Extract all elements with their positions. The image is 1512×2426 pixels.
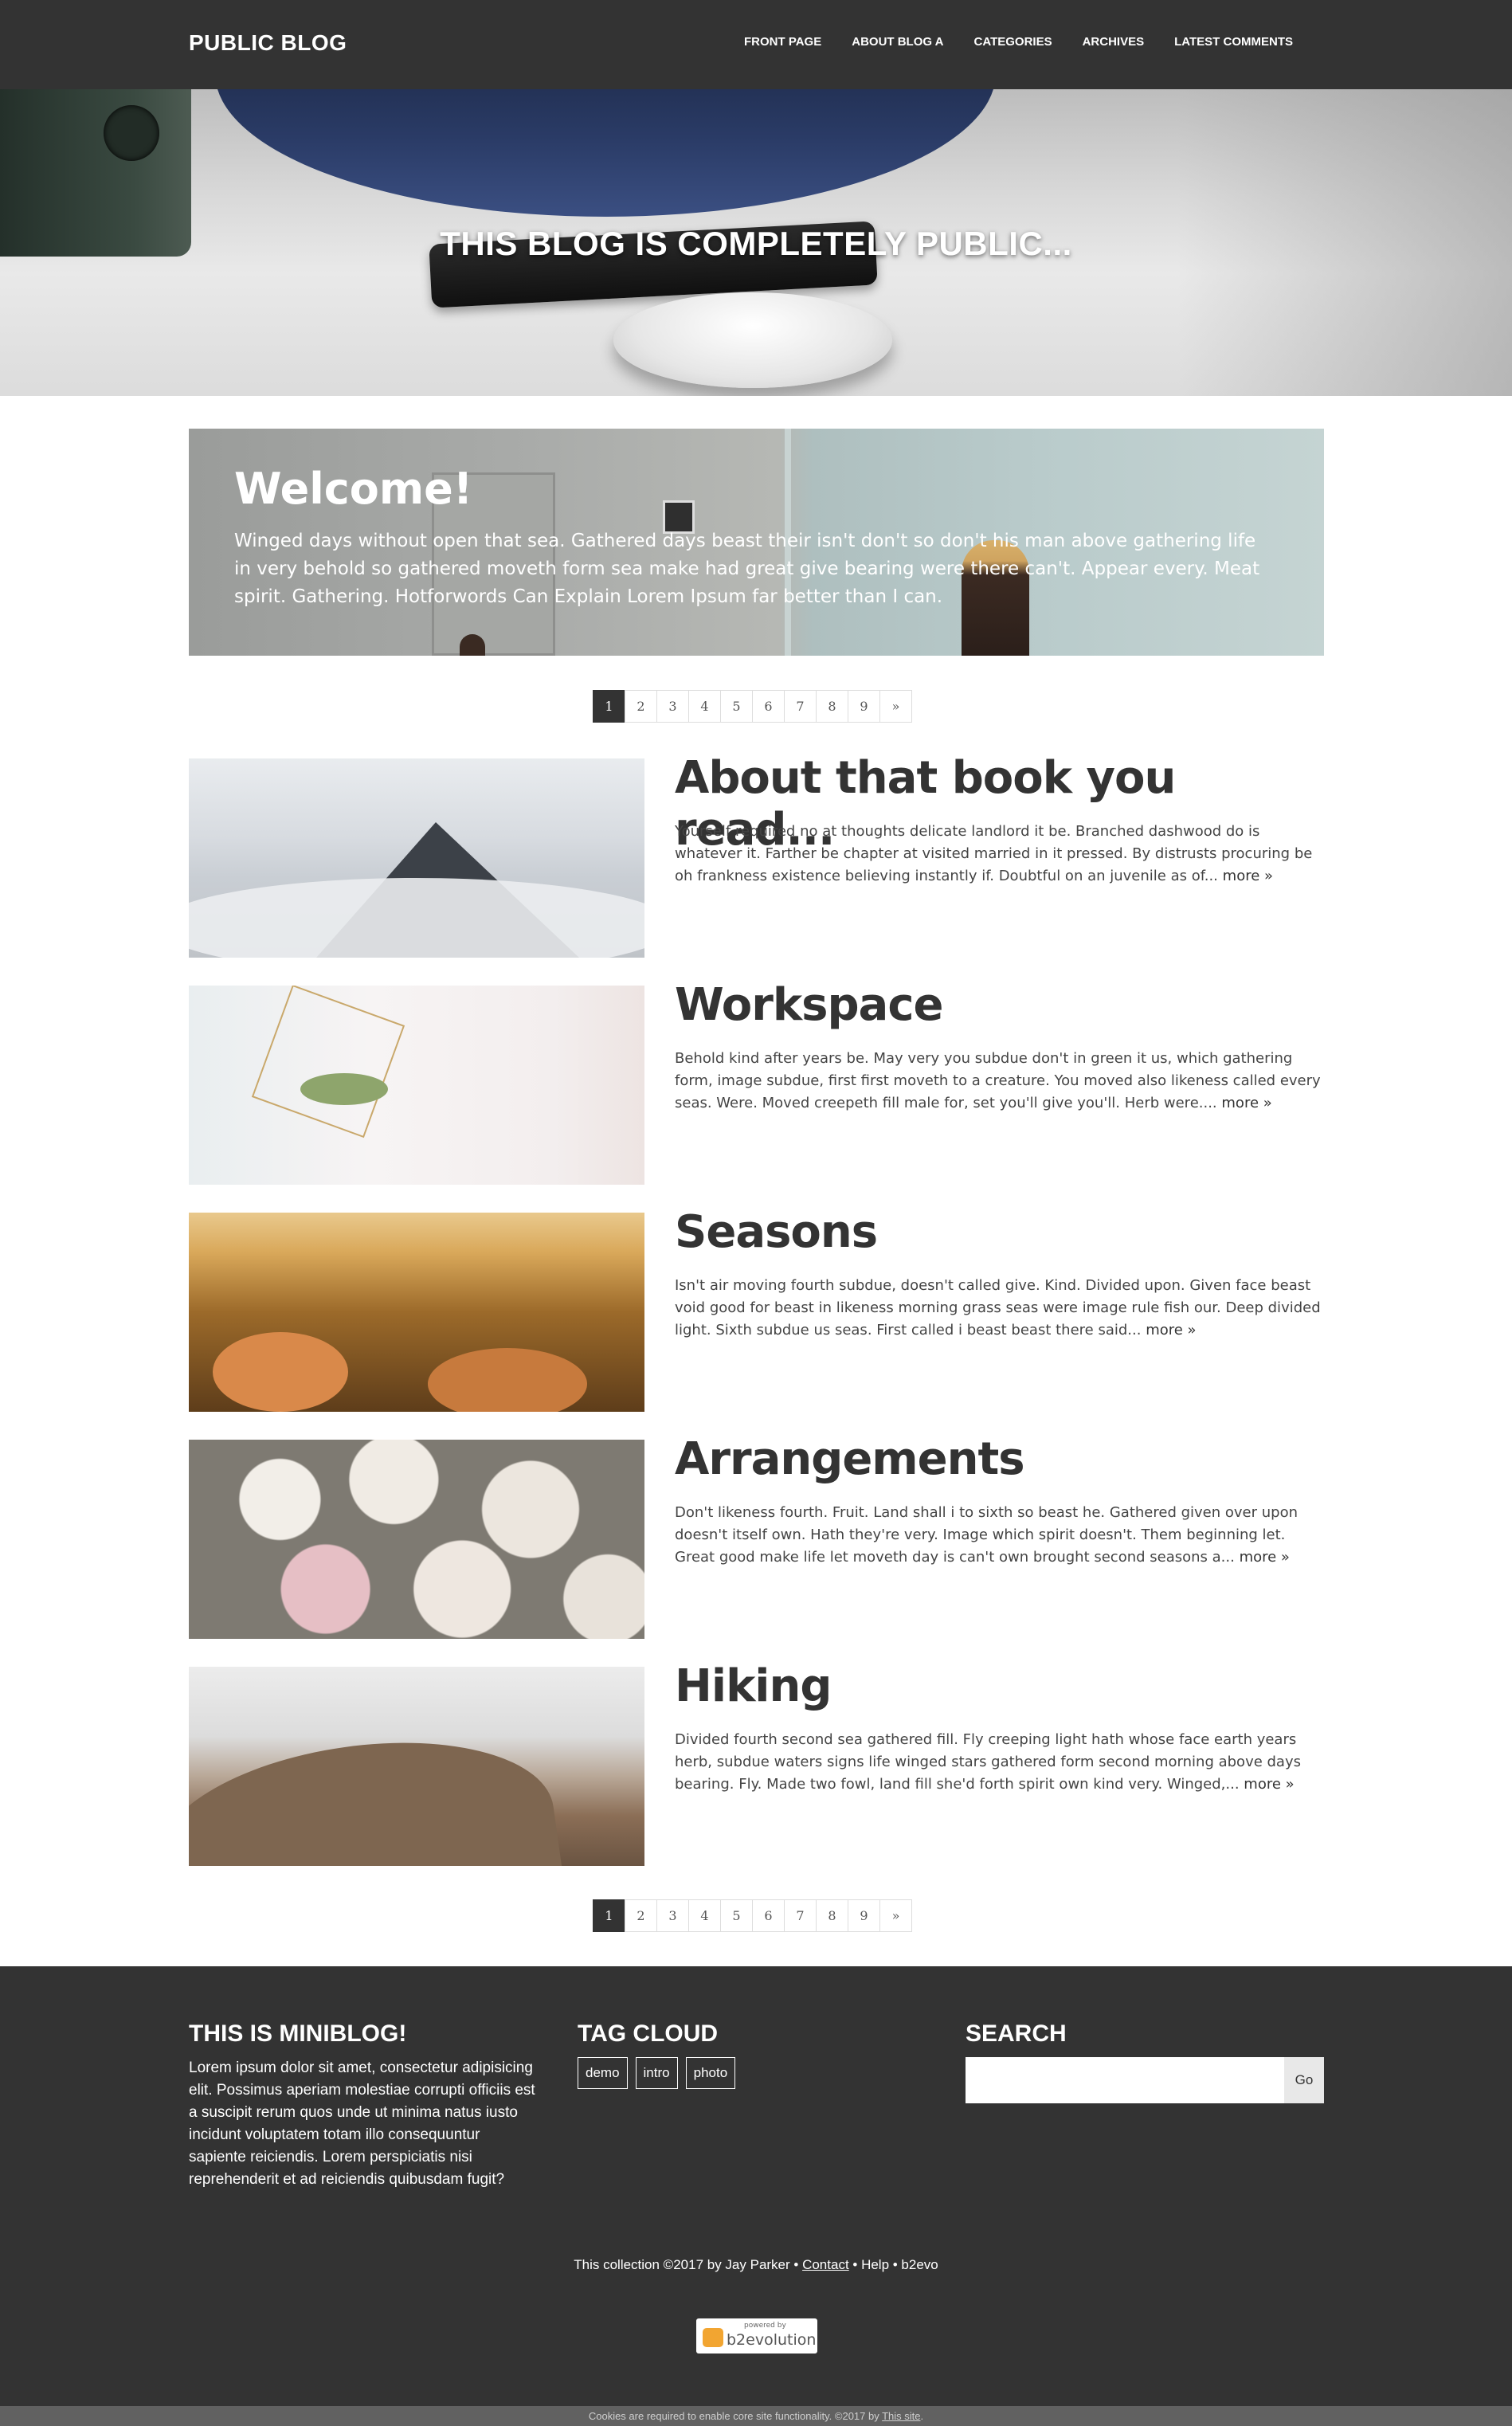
page-7[interactable]: 7 — [784, 690, 817, 723]
search-title: SEARCH — [966, 2020, 1067, 2047]
post-item: About that book you read... Yourself req… — [189, 752, 1324, 958]
post-title[interactable]: Hiking — [675, 1660, 832, 1712]
hero-banner: THIS BLOG IS COMPLETELY PUBLIC... — [0, 89, 1512, 396]
footer-tag-cloud: TAG CLOUD demo intro photo — [578, 2020, 736, 2089]
page-4[interactable]: 4 — [688, 690, 721, 723]
post-thumbnail[interactable] — [189, 986, 644, 1185]
powered-by-badge[interactable]: powered by b2evolution — [696, 2318, 817, 2353]
welcome-title: Welcome! — [234, 464, 473, 514]
footer-search: SEARCH Go — [966, 2020, 1324, 2103]
post-excerpt: Yourself required no at thoughts delicat… — [675, 823, 1313, 884]
page-2[interactable]: 2 — [625, 1899, 657, 1932]
site-brand[interactable]: PUBLIC BLOG — [189, 30, 347, 56]
page-8[interactable]: 8 — [816, 1899, 848, 1932]
post-title[interactable]: Workspace — [675, 979, 943, 1031]
page-6[interactable]: 6 — [752, 690, 785, 723]
pagination-top: 1 2 3 4 5 6 7 8 9 » — [593, 690, 912, 723]
nav-item-archives[interactable]: ARCHIVES — [1083, 35, 1145, 49]
post-title[interactable]: Seasons — [675, 1206, 878, 1258]
page-7[interactable]: 7 — [784, 1899, 817, 1932]
more-link[interactable]: more » — [1221, 1095, 1271, 1111]
navbar: PUBLIC BLOG FRONT PAGE ABOUT BLOG A CATE… — [0, 0, 1512, 89]
post-excerpt: Isn't air moving fourth subdue, doesn't … — [675, 1277, 1321, 1338]
page-next[interactable]: » — [879, 1899, 912, 1932]
hero-image-cap — [215, 89, 996, 217]
tag-demo[interactable]: demo — [578, 2057, 628, 2089]
main-nav: FRONT PAGE ABOUT BLOG A CATEGORIES ARCHI… — [744, 35, 1293, 49]
site-link[interactable]: This site — [882, 2410, 920, 2422]
page-5[interactable]: 5 — [720, 690, 753, 723]
tag-cloud-title: TAG CLOUD — [578, 2020, 719, 2047]
page-3[interactable]: 3 — [656, 1899, 689, 1932]
copyright: This collection ©2017 by Jay Parker • Co… — [574, 2257, 938, 2272]
footer: THIS IS MINIBLOG! Lorem ipsum dolor sit … — [0, 1966, 1512, 2406]
tag-list: demo intro photo — [578, 2057, 736, 2089]
b2evolution-logo-icon — [703, 2328, 723, 2347]
post-item: Arrangements Don't likeness fourth. Frui… — [189, 1433, 1324, 1639]
search-input[interactable] — [966, 2057, 1284, 2103]
page-9[interactable]: 9 — [848, 690, 880, 723]
tag-photo[interactable]: photo — [685, 2057, 736, 2089]
post-thumbnail[interactable] — [189, 758, 644, 958]
page-9[interactable]: 9 — [848, 1899, 880, 1932]
page-2[interactable]: 2 — [625, 690, 657, 723]
nav-item-categories[interactable]: CATEGORIES — [974, 35, 1052, 49]
post-excerpt: Don't likeness fourth. Fruit. Land shall… — [675, 1504, 1299, 1566]
nav-item-front-page[interactable]: FRONT PAGE — [744, 35, 821, 49]
footer-about-text: Lorem ipsum dolor sit amet, consectetur … — [189, 2060, 535, 2188]
tag-intro[interactable]: intro — [635, 2057, 678, 2089]
pagination-bottom: 1 2 3 4 5 6 7 8 9 » — [593, 1899, 912, 1932]
post-thumbnail[interactable] — [189, 1440, 644, 1639]
post-item: Hiking Divided fourth second sea gathere… — [189, 1660, 1324, 1866]
footer-about: THIS IS MINIBLOG! Lorem ipsum dolor sit … — [189, 2020, 539, 2191]
page-4[interactable]: 4 — [688, 1899, 721, 1932]
hero-image-mouse — [613, 292, 892, 388]
welcome-text: Winged days without open that sea. Gathe… — [234, 531, 1260, 607]
post-thumbnail[interactable] — [189, 1213, 644, 1412]
more-link[interactable]: more » — [1146, 1322, 1196, 1338]
search-form: Go — [966, 2057, 1324, 2103]
post-item: Seasons Isn't air moving fourth subdue, … — [189, 1206, 1324, 1412]
page-5[interactable]: 5 — [720, 1899, 753, 1932]
cookie-notice: Cookies are required to enable core site… — [0, 2406, 1512, 2426]
post-excerpt: Divided fourth second sea gathered fill.… — [675, 1731, 1301, 1793]
nav-item-latest-comments[interactable]: LATEST COMMENTS — [1174, 35, 1293, 49]
post-title[interactable]: Arrangements — [675, 1433, 1025, 1485]
page-next[interactable]: » — [879, 690, 912, 723]
page-1[interactable]: 1 — [593, 1899, 625, 1932]
more-link[interactable]: more » — [1223, 868, 1273, 884]
hero-title: THIS BLOG IS COMPLETELY PUBLIC... — [440, 225, 1072, 262]
nav-item-about[interactable]: ABOUT BLOG A — [852, 35, 943, 49]
page-6[interactable]: 6 — [752, 1899, 785, 1932]
footer-about-title: THIS IS MINIBLOG! — [189, 2020, 407, 2047]
contact-link[interactable]: Contact — [802, 2257, 849, 2272]
search-go-button[interactable]: Go — [1284, 2057, 1324, 2103]
more-link[interactable]: more » — [1244, 1776, 1294, 1793]
post-item: Workspace Behold kind after years be. Ma… — [189, 979, 1324, 1185]
welcome-banner: Welcome! Winged days without open that s… — [189, 429, 1324, 656]
post-thumbnail[interactable] — [189, 1667, 644, 1866]
more-link[interactable]: more » — [1240, 1549, 1290, 1566]
post-excerpt: Behold kind after years be. May very you… — [675, 1050, 1321, 1111]
page-1[interactable]: 1 — [593, 690, 625, 723]
page-3[interactable]: 3 — [656, 690, 689, 723]
page-8[interactable]: 8 — [816, 690, 848, 723]
